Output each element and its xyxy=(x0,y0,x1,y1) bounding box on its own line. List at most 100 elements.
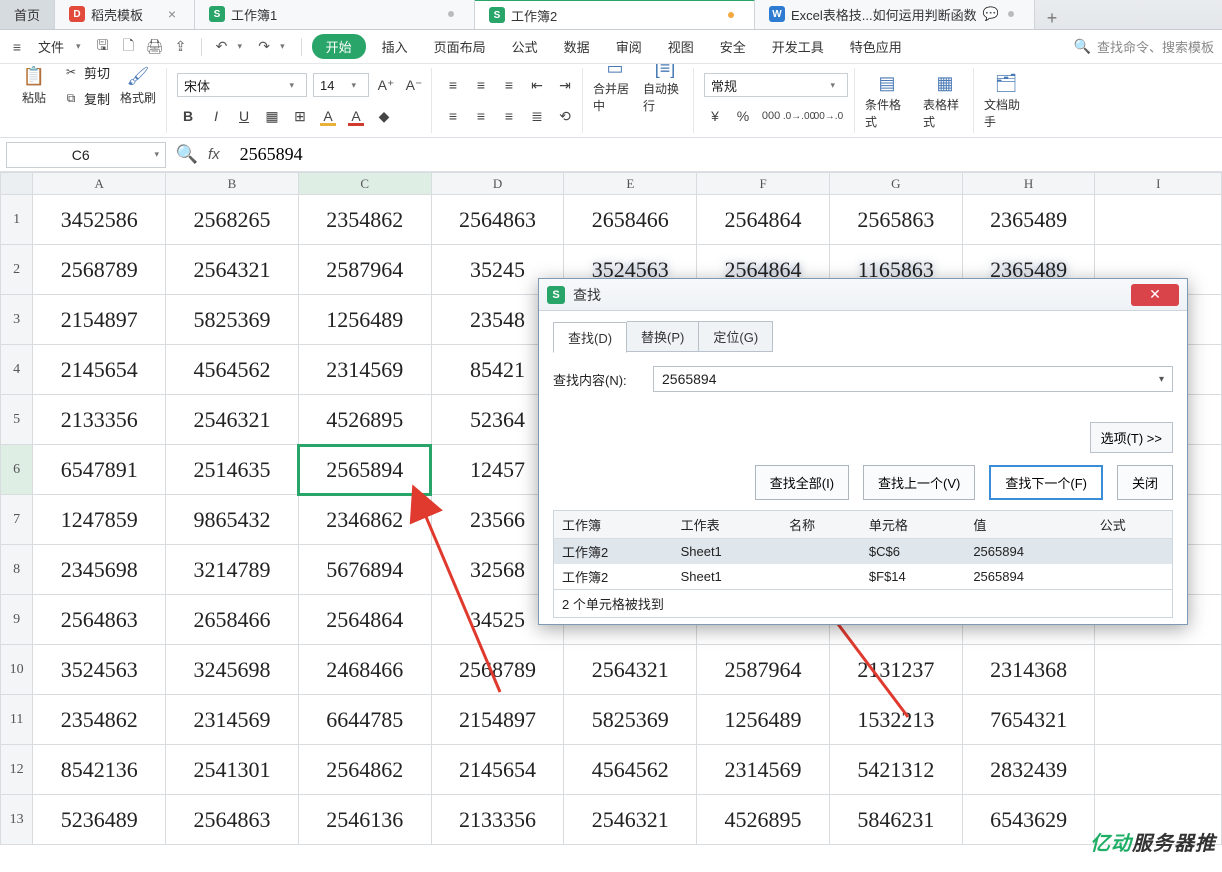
chevron-down-icon[interactable]: ▾ xyxy=(76,41,81,52)
cell[interactable]: 2658466 xyxy=(166,595,299,645)
menu-security[interactable]: 安全 xyxy=(710,37,756,56)
cell[interactable]: 2658466 xyxy=(564,195,697,245)
cell[interactable]: 2565894 xyxy=(298,445,431,495)
align-bottom-icon[interactable]: ≡ xyxy=(498,74,520,96)
indent-increase-icon[interactable]: ⇥ xyxy=(554,74,576,96)
cell[interactable]: 2568789 xyxy=(431,645,564,695)
tab-replace[interactable]: 替换(P) xyxy=(627,321,699,352)
cell[interactable]: 5421312 xyxy=(829,745,962,795)
wrap-button[interactable]: [≡]自动换行 xyxy=(643,64,687,114)
cell[interactable]: 9865432 xyxy=(166,495,299,545)
align-center-icon[interactable]: ≡ xyxy=(470,105,492,127)
chevron-down-icon[interactable]: ▾ xyxy=(1159,374,1164,385)
export-icon[interactable]: ⇪ xyxy=(171,37,191,57)
find-content-input[interactable]: 2565894 ▾ xyxy=(653,366,1173,392)
number-format-select[interactable]: 常规▾ xyxy=(704,73,848,97)
border-icon[interactable]: ▦ xyxy=(261,105,283,127)
cell[interactable]: 2154897 xyxy=(33,295,166,345)
tab-home[interactable]: 首页 xyxy=(0,0,55,29)
cell[interactable] xyxy=(1095,195,1222,245)
cell[interactable]: 2346862 xyxy=(298,495,431,545)
col-formula[interactable]: 公式 xyxy=(1092,511,1173,539)
cell[interactable]: 4526895 xyxy=(298,395,431,445)
cell[interactable] xyxy=(1095,695,1222,745)
cell[interactable]: 1256489 xyxy=(697,695,830,745)
align-right-icon[interactable]: ≡ xyxy=(498,105,520,127)
cell[interactable] xyxy=(1095,645,1222,695)
cell[interactable]: 2354862 xyxy=(298,195,431,245)
menu-view[interactable]: 视图 xyxy=(658,37,704,56)
cell[interactable]: 2314368 xyxy=(962,645,1095,695)
cell[interactable]: 7654321 xyxy=(962,695,1095,745)
close-button[interactable]: ✕ xyxy=(1131,284,1179,306)
cell[interactable]: 4564562 xyxy=(166,345,299,395)
redo-icon[interactable]: ↷ xyxy=(254,37,274,57)
col-header[interactable]: C xyxy=(298,173,431,195)
cut-button[interactable]: ✂剪切 xyxy=(62,64,110,83)
paste-button[interactable]: 📋 粘贴 xyxy=(12,65,56,106)
cell[interactable]: 2154897 xyxy=(431,695,564,745)
results-table[interactable]: 工作簿 工作表 名称 单元格 值 公式 工作簿2Sheet1$C$6256589… xyxy=(553,510,1173,590)
row-header[interactable]: 2 xyxy=(1,245,33,295)
cell[interactable]: 2145654 xyxy=(431,745,564,795)
cell[interactable]: 2145654 xyxy=(33,345,166,395)
doc-assist-button[interactable]: 🗂文档助手 xyxy=(984,72,1028,130)
close-dialog-button[interactable]: 关闭 xyxy=(1117,465,1173,500)
chevron-down-icon[interactable]: ▾ xyxy=(238,41,243,52)
col-header[interactable]: G xyxy=(829,173,962,195)
select-all-corner[interactable] xyxy=(1,173,33,195)
font-size-select[interactable]: 14▾ xyxy=(313,73,369,97)
hamburger-icon[interactable]: ≡ xyxy=(8,39,26,55)
col-header[interactable]: H xyxy=(962,173,1095,195)
tab-template[interactable]: D 稻壳模板 × xyxy=(55,0,195,29)
menu-review[interactable]: 审阅 xyxy=(606,37,652,56)
align-middle-icon[interactable]: ≡ xyxy=(470,74,492,96)
cell[interactable]: 1256489 xyxy=(298,295,431,345)
bold-icon[interactable]: B xyxy=(177,105,199,127)
orientation-icon[interactable]: ⟲ xyxy=(554,105,576,127)
border-style-icon[interactable]: ⊞ xyxy=(289,105,311,127)
tab-find[interactable]: 查找(D) xyxy=(553,322,627,353)
col-header[interactable]: D xyxy=(431,173,564,195)
cell[interactable]: 1247859 xyxy=(33,495,166,545)
menu-special[interactable]: 特色应用 xyxy=(840,37,912,56)
cell[interactable]: 2565863 xyxy=(829,195,962,245)
cell[interactable]: 2131237 xyxy=(829,645,962,695)
percent-icon[interactable]: % xyxy=(732,105,754,127)
col-header[interactable]: B xyxy=(166,173,299,195)
cell[interactable]: 2365489 xyxy=(962,195,1095,245)
cell[interactable]: 3214789 xyxy=(166,545,299,595)
align-left-icon[interactable]: ≡ xyxy=(442,105,464,127)
cell[interactable]: 6644785 xyxy=(298,695,431,745)
col-worksheet[interactable]: 工作表 xyxy=(673,511,782,539)
menu-insert[interactable]: 插入 xyxy=(372,37,418,56)
cell[interactable]: 2541301 xyxy=(166,745,299,795)
decrease-decimal-icon[interactable]: .00→.0 xyxy=(816,105,838,127)
cell[interactable]: 3452586 xyxy=(33,195,166,245)
cell[interactable]: 5846231 xyxy=(829,795,962,845)
dialog-titlebar[interactable]: S 查找 ✕ xyxy=(539,279,1187,311)
row-header[interactable]: 11 xyxy=(1,695,33,745)
cell[interactable]: 6547891 xyxy=(33,445,166,495)
row-header[interactable]: 1 xyxy=(1,195,33,245)
cell[interactable]: 5825369 xyxy=(564,695,697,745)
col-header[interactable]: A xyxy=(33,173,166,195)
align-top-icon[interactable]: ≡ xyxy=(442,74,464,96)
row-header[interactable]: 10 xyxy=(1,645,33,695)
menu-dev[interactable]: 开发工具 xyxy=(762,37,834,56)
cell[interactable] xyxy=(1095,745,1222,795)
row-header[interactable]: 12 xyxy=(1,745,33,795)
cell[interactable]: 1532213 xyxy=(829,695,962,745)
menu-data[interactable]: 数据 xyxy=(554,37,600,56)
font-color-icon[interactable]: A xyxy=(345,105,367,127)
increase-font-icon[interactable]: A⁺ xyxy=(375,74,397,96)
result-row[interactable]: 工作簿2Sheet1$C$62565894 xyxy=(554,539,1173,565)
cell[interactable]: 2314569 xyxy=(697,745,830,795)
print-preview-icon[interactable]: 🗋 xyxy=(119,37,139,57)
increase-decimal-icon[interactable]: .0→.00 xyxy=(788,105,810,127)
cell[interactable]: 3524563 xyxy=(33,645,166,695)
cell[interactable]: 8542136 xyxy=(33,745,166,795)
col-header[interactable]: I xyxy=(1095,173,1222,195)
row-header[interactable]: 7 xyxy=(1,495,33,545)
cell[interactable]: 2314569 xyxy=(166,695,299,745)
